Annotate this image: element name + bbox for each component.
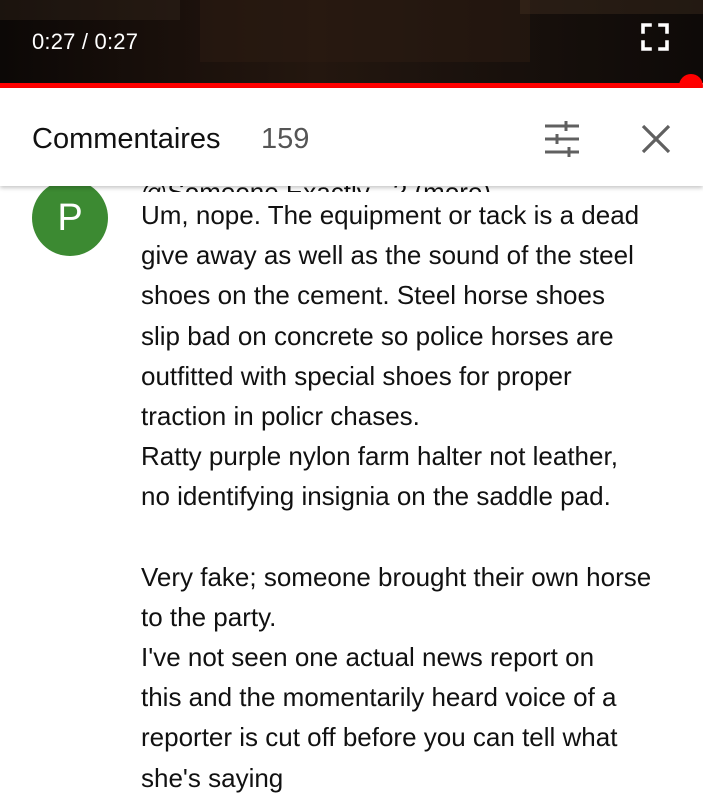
comment-line [141,517,689,557]
fullscreen-icon[interactable] [641,23,669,51]
comment-line: this and the momentarily heard voice of … [141,682,617,713]
comments-title: Commentaires [32,123,221,155]
avatar[interactable]: P [32,180,108,256]
close-icon[interactable] [638,121,674,157]
video-time: 0:27 / 0:27 [32,29,139,54]
comments-count: 159 [261,123,310,155]
comment-line: Very fake; someone brought their own hor… [141,561,652,592]
comment-line: traction in policr chases. [141,400,420,431]
comment-line: reporter is cut off before you can tell … [141,722,618,753]
video-frame-shade [200,0,530,62]
comment-item: @Someone Exactly · 2 (more) · P Um, nope… [0,177,703,800]
filter-icon[interactable] [542,119,582,159]
comment-line: I've not seen one actual news report on [141,642,595,673]
video-frame-shade [0,0,180,20]
comment-line: to the party. [141,601,277,632]
comment-line: she's saying [141,762,284,793]
comments-screen: 0:27 / 0:27 Commentaires 159 @Someone Ex [0,0,703,800]
video-frame-shade [520,0,703,14]
comments-header: Commentaires 159 [0,88,703,186]
comment-line: no identifying insignia on the saddle pa… [141,481,611,512]
comment-line: slip bad on concrete so police horses ar… [141,320,614,351]
comment-text: Um, nope. The equipment or tack is a dea… [141,195,689,798]
comment-line: Um, nope. The equipment or tack is a dea… [141,200,640,230]
comment-line: give away as well as the sound of the st… [141,240,634,271]
comment-line: shoes on the cement. Steel horse shoes [141,280,605,311]
comment-line: outfitted with special shoes for proper [141,360,572,391]
video-player[interactable]: 0:27 / 0:27 [0,0,703,86]
comment-line: Ratty purple nylon farm halter not leath… [141,441,618,472]
